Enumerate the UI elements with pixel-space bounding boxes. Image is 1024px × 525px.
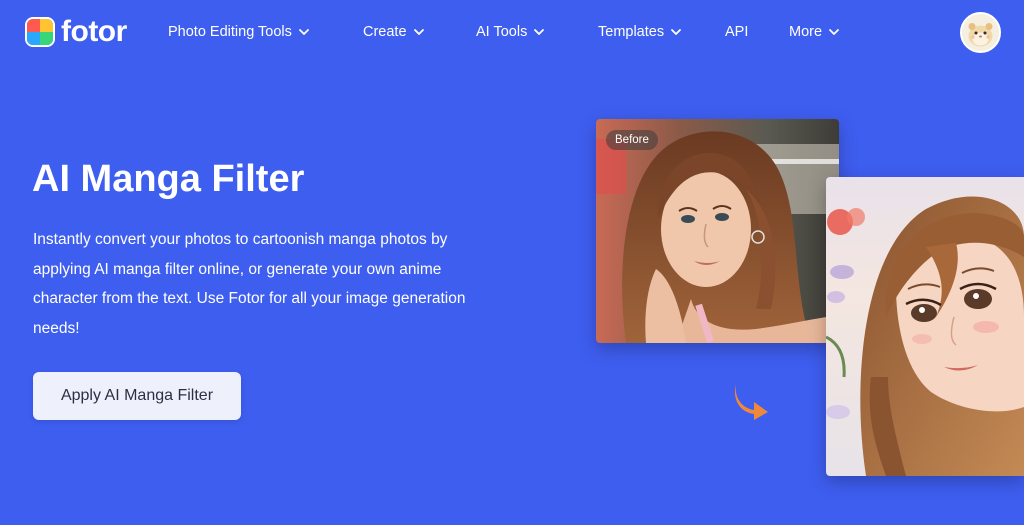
chevron-down-icon [413,29,424,35]
nav-label: AI Tools [476,24,528,40]
nav-photo-editing-tools[interactable]: Photo Editing Tools [168,22,310,42]
chevron-down-icon [829,29,839,35]
fotor-logo-text: fotor [61,15,127,48]
user-avatar[interactable] [960,12,1001,53]
nav-label: Templates [598,24,665,40]
nav-ai-tools[interactable]: AI Tools [476,22,545,42]
chevron-down-icon [671,29,681,35]
nav-label: More [789,24,823,40]
after-manga-photo [826,177,1024,476]
hero-description: Instantly convert your photos to cartoon… [33,231,466,337]
after-manga-illustration [826,177,1024,476]
nav-label: API [725,24,749,40]
before-photo-illustration [596,119,839,343]
nav-more[interactable]: More [789,22,840,42]
nav-create[interactable]: Create [363,22,425,42]
before-label: Before [606,130,658,150]
apply-ai-manga-filter-button[interactable]: Apply AI Manga Filter [33,372,241,420]
hamster-avatar-icon [962,14,999,51]
fotor-logo[interactable]: fotor [25,15,127,49]
nav-templates[interactable]: Templates [598,22,682,42]
curved-arrow-icon [734,384,768,420]
nav-api[interactable]: API [725,22,748,42]
nav-label: Photo Editing Tools [168,24,292,40]
before-photo: Before [596,119,839,343]
page-title: AI Manga Filter [32,158,305,200]
nav-label: Create [363,24,407,40]
fotor-logo-icon [25,17,55,47]
chevron-down-icon [298,29,309,35]
top-navigation-bar: fotor Photo Editing Tools Create AI Tool… [0,0,1024,64]
chevron-down-icon [534,29,545,35]
